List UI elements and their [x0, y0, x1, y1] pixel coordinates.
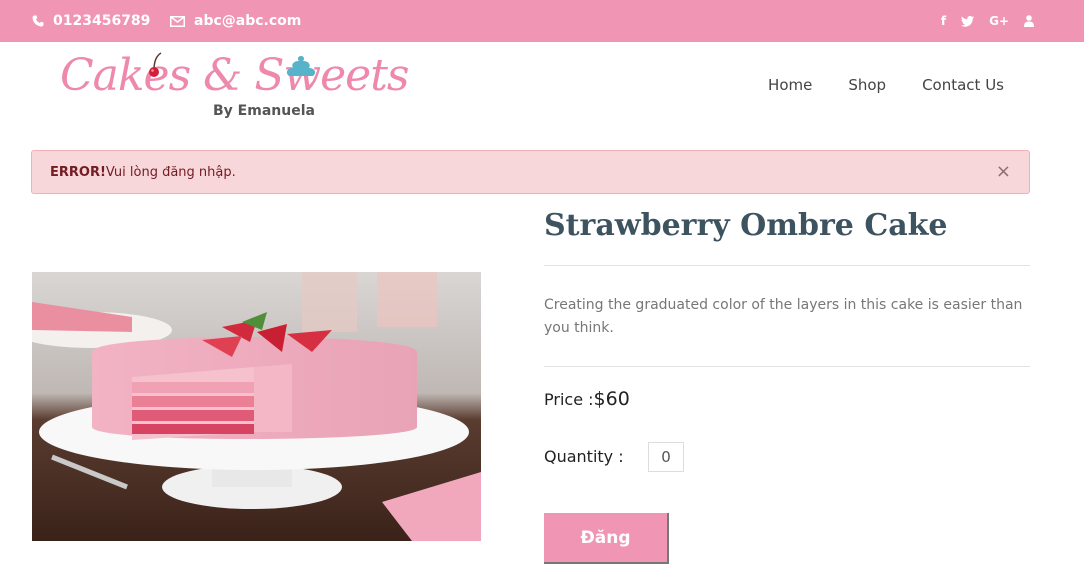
- product-description: Creating the graduated color of the laye…: [544, 297, 1023, 336]
- phone-number: 0123456789: [53, 13, 151, 29]
- top-bar: 0123456789 abc@abc.com f G+: [0, 0, 1084, 42]
- price-label: Price :: [544, 390, 594, 409]
- facebook-icon[interactable]: f: [941, 14, 946, 28]
- logo-subtitle: By Emanuela: [213, 103, 315, 119]
- cherry-icon: [149, 52, 162, 77]
- phone-contact[interactable]: 0123456789: [32, 0, 150, 42]
- product-image: [32, 272, 481, 541]
- cupcake-icon: [286, 56, 316, 76]
- product-title: Strawberry Ombre Cake: [544, 208, 948, 243]
- phone-icon: [32, 15, 44, 27]
- user-icon[interactable]: [1024, 15, 1034, 27]
- nav-shop[interactable]: Shop: [848, 76, 886, 94]
- quantity-label: Quantity :: [544, 447, 624, 466]
- envelope-icon: [170, 15, 185, 27]
- email-address: abc@abc.com: [194, 13, 302, 29]
- nav-contact-us[interactable]: Contact Us: [922, 76, 1004, 94]
- alert-label: ERROR!: [50, 164, 106, 180]
- divider: [544, 265, 1030, 266]
- google-plus-icon[interactable]: G+: [989, 14, 1009, 28]
- twitter-icon[interactable]: [961, 15, 975, 27]
- error-alert: ERROR! Vui lòng đăng nhập. ×: [31, 150, 1030, 194]
- quantity-input[interactable]: [648, 442, 684, 472]
- product-price: Price : $60: [544, 388, 630, 410]
- logo-title: Cakes & Sweets: [60, 50, 409, 101]
- divider: [544, 366, 1030, 367]
- email-contact[interactable]: abc@abc.com: [170, 0, 301, 42]
- alert-message: Vui lòng đăng nhập.: [105, 164, 236, 180]
- site-logo[interactable]: Cakes & Sweets By Emanuela: [58, 48, 409, 124]
- main-nav: Home Shop Contact Us: [768, 76, 1004, 94]
- nav-home[interactable]: Home: [768, 76, 812, 94]
- social-links: f G+: [941, 0, 1034, 42]
- submit-button[interactable]: Đăng: [544, 513, 669, 564]
- price-value: $60: [593, 388, 630, 410]
- close-icon[interactable]: ×: [996, 163, 1011, 181]
